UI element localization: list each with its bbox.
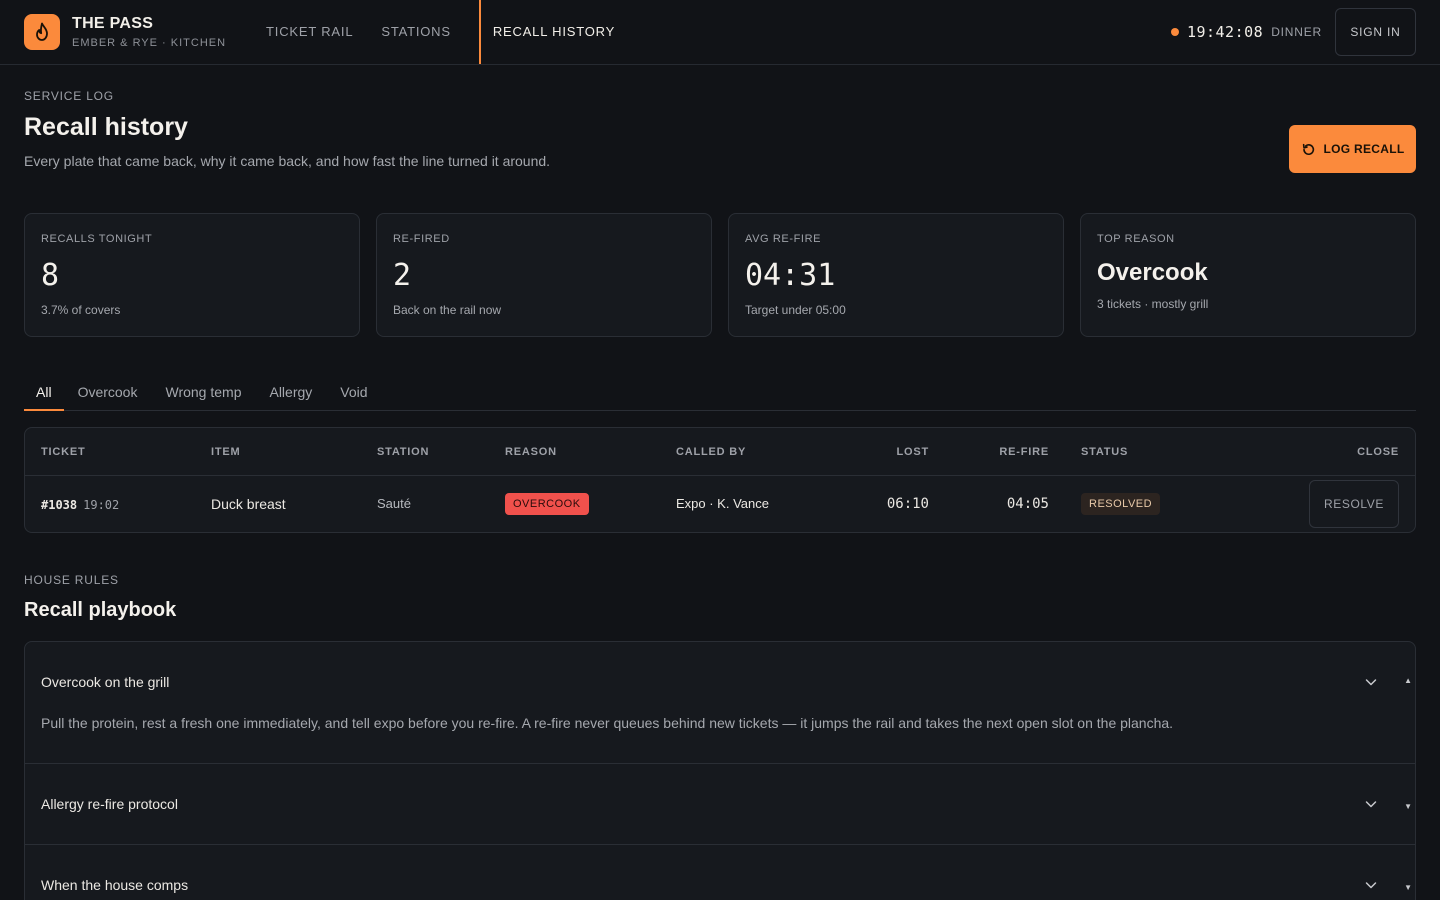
column-header-station[interactable]: STATION [377, 446, 429, 458]
playbook-accordion: Overcook on the grill ▲ Pull the protein… [24, 641, 1416, 900]
page-header: SERVICE LOG Recall history Every plate t… [24, 89, 1416, 173]
column-header-refire[interactable]: RE-FIRE [999, 446, 1049, 458]
stat-note: 3.7% of covers [41, 303, 121, 317]
accordion-item-overcook: Overcook on the grill ▲ Pull the protein… [25, 642, 1415, 764]
column-header-close: CLOSE [1357, 446, 1399, 458]
column-header-lost[interactable]: LOST [896, 446, 929, 458]
scroll-up-arrow-icon[interactable]: ▲ [1404, 676, 1412, 685]
chevron-down-icon [1365, 882, 1377, 889]
stat-value: 2 [393, 258, 412, 293]
service-period: DINNER [1271, 25, 1322, 39]
status-badge: RESOLVED [1081, 493, 1161, 515]
reason-filter-tabs: All Overcook Wrong temp Allergy Void [24, 378, 1416, 411]
playbook-eyebrow: HOUSE RULES [24, 573, 119, 587]
column-header-item[interactable]: ITEM [211, 446, 240, 458]
sign-in-button[interactable]: SIGN IN [1335, 8, 1416, 56]
accordion-title: Allergy re-fire protocol [41, 796, 178, 812]
chevron-down-icon [1365, 801, 1377, 808]
accordion-header[interactable]: Overcook on the grill ▲ [25, 642, 1415, 722]
stat-value: Overcook [1097, 259, 1208, 286]
brand-name: THE PASS [72, 14, 154, 32]
column-header-reason[interactable]: REASON [505, 446, 557, 458]
resolve-button[interactable]: RESOLVE [1309, 480, 1399, 528]
ticket-number: #1038 [41, 498, 78, 512]
stat-label: TOP REASON [1097, 233, 1175, 245]
column-header-ticket[interactable]: TICKET [41, 446, 86, 458]
playbook-title: Recall playbook [24, 599, 177, 621]
stat-note: Target under 05:00 [745, 303, 846, 317]
brand[interactable]: THE PASS EMBER & RYE · KITCHEN [24, 14, 226, 50]
service-status: 19:42:08 DINNER SIGN IN [1170, 8, 1416, 56]
main-nav: TICKET RAIL STATIONS RECALL HISTORY [266, 0, 643, 65]
chevron-down-icon [1365, 679, 1377, 686]
table-header: TICKET ITEM STATION REASON CALLED BY LOS… [25, 428, 1415, 476]
reason-cell: OVERCOOK [505, 493, 589, 515]
ticket-cell: #1038 19:02 [41, 497, 119, 513]
page-eyebrow: SERVICE LOG [24, 89, 114, 103]
status-cell: RESOLVED [1081, 493, 1161, 515]
stat-value: 04:31 [745, 258, 836, 293]
stat-note: Back on the rail now [393, 303, 502, 317]
item-cell: Duck breast [211, 496, 286, 512]
log-recall-label: LOG RECALL [1323, 142, 1405, 156]
nav-ticket-rail[interactable]: TICKET RAIL [266, 0, 353, 64]
stat-label: RE-FIRED [393, 233, 450, 245]
accordion-header[interactable]: Allergy re-fire protocol ▼ [25, 764, 1415, 844]
tab-void[interactable]: Void [326, 378, 381, 410]
stat-label: RECALLS TONIGHT [41, 233, 153, 245]
top-bar: THE PASS EMBER & RYE · KITCHEN TICKET RA… [0, 0, 1440, 65]
live-indicator-dot [1170, 28, 1179, 36]
recall-table: TICKET ITEM STATION REASON CALLED BY LOS… [24, 427, 1416, 533]
stat-card-refired: RE-FIRED 2 Back on the rail now [376, 213, 712, 337]
stat-label: AVG RE-FIRE [745, 233, 822, 245]
column-header-status[interactable]: STATUS [1081, 446, 1128, 458]
station-cell: Sauté [377, 496, 411, 511]
table-row[interactable]: #1038 19:02 Duck breast Sauté OVERCOOK Ex… [25, 476, 1415, 532]
stat-card-top-reason: TOP REASON Overcook 3 tickets · mostly g… [1080, 213, 1416, 337]
brand-subtitle: EMBER & RYE · KITCHEN [72, 36, 227, 49]
lost-time-cell: 06:10 [886, 496, 929, 512]
stat-note: 3 tickets · mostly grill [1097, 297, 1209, 311]
accordion-item-comps: When the house comps ▼ [25, 845, 1415, 900]
flame-icon [24, 14, 60, 50]
scroll-down-arrow-icon[interactable]: ▼ [1404, 883, 1412, 892]
accordion-title: Overcook on the grill [41, 674, 170, 690]
column-header-called-by[interactable]: CALLED BY [676, 446, 746, 458]
accordion-title: When the house comps [41, 877, 189, 893]
accordion-header[interactable]: When the house comps ▼ [25, 845, 1415, 900]
called-by-cell: Expo · K. Vance [676, 496, 769, 511]
page-subtitle: Every plate that came back, why it came … [24, 153, 551, 169]
stat-value: 8 [41, 258, 60, 293]
ticket-time: 19:02 [83, 498, 120, 512]
tab-overcook[interactable]: Overcook [64, 378, 152, 410]
tab-all[interactable]: All [24, 378, 64, 411]
tab-allergy[interactable]: Allergy [255, 378, 326, 410]
undo-icon [1302, 143, 1314, 155]
page-title: Recall history [24, 113, 188, 141]
stat-card-recalls: RECALLS TONIGHT 8 3.7% of covers [24, 213, 360, 337]
stats-row: RECALLS TONIGHT 8 3.7% of covers RE-FIRE… [24, 213, 1416, 337]
stat-card-avg-refire: AVG RE-FIRE 04:31 Target under 05:00 [728, 213, 1064, 337]
nav-stations[interactable]: STATIONS [381, 0, 450, 64]
reason-badge: OVERCOOK [505, 493, 589, 515]
service-clock: 19:42:08 [1186, 23, 1264, 41]
refire-time-cell: 04:05 [1006, 496, 1049, 512]
log-recall-button[interactable]: LOG RECALL [1289, 125, 1416, 173]
scroll-down-arrow-icon[interactable]: ▼ [1404, 802, 1412, 811]
nav-recall-history[interactable]: RECALL HISTORY [478, 0, 615, 64]
tab-wrong-temp[interactable]: Wrong temp [151, 378, 255, 410]
accordion-item-allergy: Allergy re-fire protocol ▼ [25, 764, 1415, 845]
playbook-header: HOUSE RULES Recall playbook [24, 573, 176, 622]
